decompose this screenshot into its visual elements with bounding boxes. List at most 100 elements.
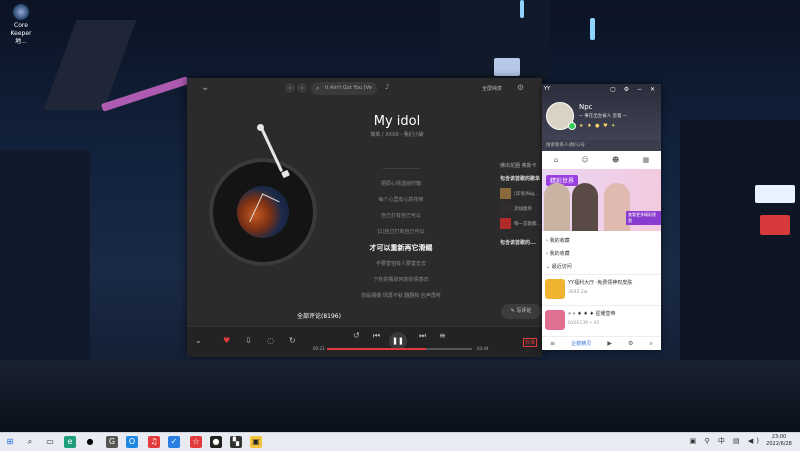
desktop-icon-core-keeper[interactable]: Core Keeper 地...: [4, 2, 38, 46]
fullscreen-label[interactable]: 全屏纯享: [482, 85, 502, 92]
reco-item[interactable]: 流线歌单: [500, 203, 542, 214]
promo-banner[interactable]: 精彩世界 查看更多精彩视频: [542, 169, 661, 231]
search-input[interactable]: ⌕ It Ain't Got You (Ve: [311, 82, 377, 95]
collapse-icon[interactable]: ⌄: [195, 336, 202, 345]
back-icon[interactable]: ‹: [285, 83, 295, 93]
music-app-icon[interactable]: ♫: [148, 436, 160, 448]
lyric-line[interactable]: 每个心里有心的花味: [347, 192, 455, 208]
lyric-line[interactable]: ........................: [347, 160, 455, 176]
lyrics-panel: ........................ 把辰心情送给时箱 每个心里有心的花…: [347, 160, 455, 304]
lyric-line[interactable]: [1]自己打有自己可以: [347, 224, 455, 240]
progress-fill: [327, 348, 426, 350]
gear-icon[interactable]: ⚙: [517, 83, 524, 92]
list-item[interactable]: YY福利大厅 ·免费领神权皮肤 3642.2w: [542, 274, 661, 305]
reco-item[interactable]: 每一首歌都...: [500, 218, 542, 229]
system-tray[interactable]: ▣ ⚲ 中 ▤ ◀): [690, 436, 762, 446]
qq-bottom-bar: ≡ 企鹅精灵 ▶ ⚙ ⌕: [542, 336, 661, 351]
app-icon[interactable]: G: [106, 436, 118, 448]
repeat-icon[interactable]: ↺: [353, 331, 360, 340]
clock[interactable]: 23:00 2022/6/28: [762, 434, 796, 448]
search-icon[interactable]: ⌕: [24, 436, 36, 448]
time-elapsed: 00:23: [313, 346, 325, 351]
forward-icon[interactable]: ›: [297, 83, 307, 93]
qq-icon[interactable]: ●: [84, 436, 96, 448]
search-icon[interactable]: ⌕: [650, 337, 653, 351]
home-icon[interactable]: ⌂: [554, 156, 558, 164]
clock-time: 23:00: [771, 434, 787, 440]
group-icon[interactable]: ☻: [612, 156, 619, 164]
task-view-icon[interactable]: ▭: [44, 436, 56, 448]
search-icon: ⌕: [316, 85, 320, 92]
group-favorites[interactable]: › 我的收藏: [542, 235, 661, 248]
album-cover: [237, 186, 289, 238]
search-text: It Ain't Got You (Ve: [325, 85, 372, 91]
edge-icon[interactable]: e: [64, 436, 76, 448]
song-meta: 简单 / XXX0 - 我们小破: [370, 132, 424, 138]
start-icon[interactable]: ⊞: [4, 436, 16, 448]
app-icon[interactable]: O: [126, 436, 138, 448]
item-avatar: [545, 279, 565, 299]
nickname[interactable]: Npc: [579, 103, 593, 111]
item-avatar: [545, 310, 565, 330]
quality-badge[interactable]: 标准: [523, 338, 538, 347]
lyric-line[interactable]: 把辰心情送给时箱: [347, 176, 455, 192]
share-icon[interactable]: ↻: [289, 336, 296, 345]
comment-icon[interactable]: ◌: [267, 336, 274, 345]
player-top-bar: ⌄ ‹ › ⌕ It Ain't Got You (Ve ♪ 全屏纯享 ⚙: [187, 78, 542, 100]
reco-title: 包含该首歌的歌单: [500, 176, 541, 182]
contact-search-input[interactable]: 搜索联系人/群/公号: [542, 140, 661, 151]
time-total: 03:44: [477, 346, 489, 351]
settings-icon[interactable]: ⚙: [628, 337, 633, 351]
qq-header: YY ▢ ⚙ − ✕ Npc ~ 事在出生被人 歪着 ~ ★ ♦ ● ♥ ✦: [542, 84, 661, 148]
lyric-line[interactable]: 自己打有自己可以: [347, 208, 455, 224]
playlist-icon[interactable]: ≡: [439, 331, 446, 340]
core-keeper-icon: [13, 4, 29, 20]
mic-icon[interactable]: ♪: [385, 83, 389, 91]
reco-title-2: 包含该首歌的...: [500, 240, 536, 246]
vinyl-disc: [209, 158, 317, 266]
song-title: My idol: [373, 114, 421, 129]
video-icon[interactable]: ▶: [607, 337, 612, 351]
like-heart-icon[interactable]: ♥: [223, 336, 230, 345]
qq-tabs: ⌂ ☺ ☻ ▦: [542, 153, 661, 167]
signature[interactable]: ~ 事在出生被人 歪着 ~: [579, 113, 627, 119]
music-player-window: ⌄ ‹ › ⌕ It Ain't Got You (Ve ♪ 全屏纯享 ⚙ My…: [187, 78, 542, 357]
write-comment-button[interactable]: ✎ 写评论: [501, 304, 541, 319]
group-recent[interactable]: ⌄ 最近访问: [542, 261, 661, 274]
lyric-line[interactable]: 不要害怕有人要害史去: [347, 256, 455, 272]
lyric-line[interactable]: 你是偶偶 现再不就 翻翻我 应声再听: [347, 288, 455, 304]
qq-panel: YY ▢ ⚙ − ✕ Npc ~ 事在出生被人 歪着 ~ ★ ♦ ● ♥ ✦ 搜…: [542, 84, 661, 350]
progress-bar[interactable]: [327, 348, 472, 350]
window-buttons[interactable]: ▢ ⚙ − ✕: [610, 86, 658, 93]
taskbar: ⊞ ⌕ ▭ e ● G O ♫ ✓ ☆ ● ▚ ▣ ▣ ⚲ 中 ▤ ◀) 23:…: [0, 432, 800, 451]
previous-icon[interactable]: ⏮: [373, 331, 380, 341]
desktop-icon-label: Core Keeper 地...: [10, 22, 32, 45]
group-collection[interactable]: › 我的收藏: [542, 248, 661, 261]
badges: ★ ♦ ● ♥ ✦: [579, 123, 617, 129]
lyric-line[interactable]: 下秒的瓶体何的的情感归: [347, 272, 455, 288]
app-icon[interactable]: ▚: [230, 436, 242, 448]
clock-date: 2022/6/28: [766, 441, 792, 447]
apps-icon[interactable]: ▦: [643, 156, 650, 164]
menu-icon[interactable]: ≡: [550, 337, 555, 351]
app-label: YY: [544, 86, 551, 92]
bottom-label[interactable]: 企鹅精灵: [571, 337, 591, 351]
reco-header[interactable]: 佛出花圈 奥斯卡: [500, 162, 542, 169]
app-icon[interactable]: ☆: [190, 436, 202, 448]
app-icon[interactable]: ●: [210, 436, 222, 448]
qq-list: › 我的收藏 › 我的收藏 ⌄ 最近访问 YY福利大厅 ·免费领神权皮肤 364…: [542, 235, 661, 336]
banner-cta[interactable]: 查看更多精彩视频: [626, 211, 661, 225]
comments-link[interactable]: 全部评论(8196): [297, 311, 341, 320]
download-icon[interactable]: ⇩: [245, 336, 252, 345]
app-icon[interactable]: ✓: [168, 436, 180, 448]
list-item[interactable]: » » ♦ ♦ ♦ 星耀皇帝 0202139 • 45: [542, 305, 661, 336]
collapse-chevron-icon[interactable]: ⌄: [201, 82, 209, 93]
recommend-panel: 佛出花圈 奥斯卡 包含该首歌的歌单 [华语]Nig... 流线歌单 每一首歌都.…: [500, 162, 542, 252]
contacts-icon[interactable]: ☺: [581, 156, 588, 164]
online-status-icon: [568, 122, 576, 130]
reco-item[interactable]: [华语]Nig...: [500, 188, 542, 199]
app-icon[interactable]: ▣: [250, 436, 262, 448]
lyric-line-current[interactable]: 才可以重新再它滑踢: [347, 240, 455, 256]
next-icon[interactable]: ⏭: [419, 331, 426, 341]
player-controls: ⌄ ♥ ⇩ ◌ ↻ 00:23 ↺ ⏮ ❚❚ ⏭ ≡ 03:44 标准: [187, 326, 542, 357]
